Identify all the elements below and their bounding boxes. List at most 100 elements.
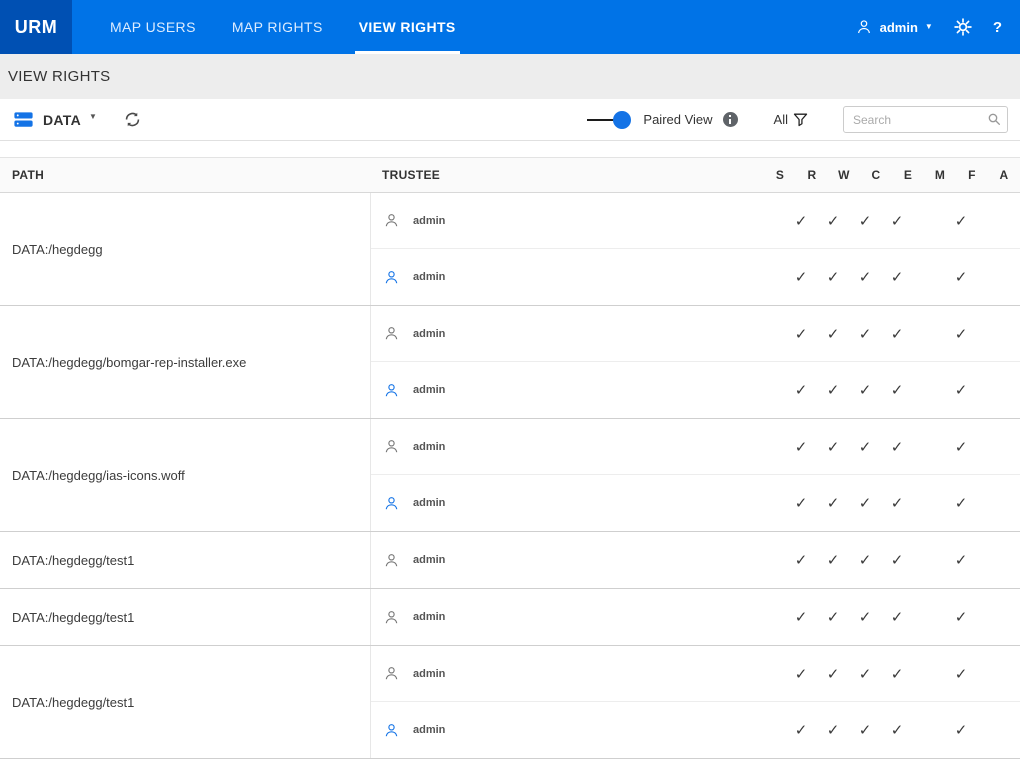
rights-cells: ✓✓✓✓✓ — [753, 381, 1009, 399]
right-cell-f: ✓ — [945, 551, 977, 569]
right-cell-f: ✓ — [945, 325, 977, 343]
search-box — [843, 106, 1008, 133]
trustee-name: admin — [413, 441, 445, 453]
trustee-rows: admin✓✓✓✓✓admin✓✓✓✓✓ — [370, 419, 1020, 531]
rights-table-header: PATH TRUSTEE SRWCEMFA — [0, 157, 1020, 193]
repository-name: DATA — [43, 112, 81, 128]
right-cell-r: ✓ — [785, 494, 817, 512]
right-cell-w: ✓ — [817, 608, 849, 626]
right-cell-c: ✓ — [849, 551, 881, 569]
trustee-rows: admin✓✓✓✓✓admin✓✓✓✓✓ — [370, 306, 1020, 418]
trustee-cell: admin — [371, 552, 753, 569]
settings-gear-icon[interactable] — [953, 17, 973, 37]
right-cell-e: ✓ — [881, 721, 913, 739]
right-cell-s — [753, 494, 785, 512]
right-cell-m — [913, 325, 945, 343]
right-cell-r: ✓ — [785, 665, 817, 683]
path-cell: DATA:/hegdegg/bomgar-rep-installer.exe — [0, 306, 370, 418]
user-name: admin — [880, 20, 918, 35]
right-cell-m — [913, 665, 945, 683]
user-menu[interactable]: admin ▼ — [855, 18, 933, 36]
right-cell-c: ✓ — [849, 608, 881, 626]
rights-col-header-e: E — [892, 168, 924, 182]
right-cell-f: ✓ — [945, 494, 977, 512]
page-title: VIEW RIGHTS — [8, 68, 110, 85]
right-cell-f: ✓ — [945, 438, 977, 456]
trustee-cell: admin — [371, 269, 753, 286]
trustee-row[interactable]: admin✓✓✓✓✓ — [371, 589, 1020, 645]
right-cell-m — [913, 721, 945, 739]
page-title-bar: VIEW RIGHTS — [0, 54, 1020, 99]
right-cell-e: ✓ — [881, 665, 913, 683]
right-cell-r: ✓ — [785, 268, 817, 286]
top-bar: URM MAP USERS MAP RIGHTS VIEW RIGHTS adm… — [0, 0, 1020, 54]
trustee-name: admin — [413, 328, 445, 340]
path-group: DATA:/hegdegg/test1admin✓✓✓✓✓ — [0, 589, 1020, 646]
right-cell-a — [977, 325, 1009, 343]
right-cell-r: ✓ — [785, 438, 817, 456]
right-cell-m — [913, 438, 945, 456]
right-cell-r: ✓ — [785, 551, 817, 569]
search-input[interactable] — [843, 106, 1008, 133]
right-cell-w: ✓ — [817, 551, 849, 569]
trustee-row[interactable]: admin✓✓✓✓✓ — [371, 702, 1020, 758]
right-cell-a — [977, 381, 1009, 399]
right-cell-a — [977, 438, 1009, 456]
right-cell-f: ✓ — [945, 212, 977, 230]
help-button[interactable]: ? — [993, 19, 1002, 36]
trustee-name: admin — [413, 668, 445, 680]
rights-cells: ✓✓✓✓✓ — [753, 268, 1009, 286]
path-cell: DATA:/hegdegg/test1 — [0, 646, 370, 758]
trustee-row[interactable]: admin✓✓✓✓✓ — [371, 532, 1020, 588]
right-cell-c: ✓ — [849, 721, 881, 739]
trustee-name: admin — [413, 497, 445, 509]
repository-selector[interactable]: DATA ▼ — [12, 108, 97, 131]
info-icon[interactable] — [723, 112, 738, 127]
nav-item-view-rights[interactable]: VIEW RIGHTS — [341, 0, 474, 54]
right-cell-c: ✓ — [849, 381, 881, 399]
right-cell-s — [753, 665, 785, 683]
right-cell-s — [753, 381, 785, 399]
right-cell-m — [913, 494, 945, 512]
trustee-row[interactable]: admin✓✓✓✓✓ — [371, 306, 1020, 362]
right-cell-c: ✓ — [849, 268, 881, 286]
nav-item-map-users[interactable]: MAP USERS — [92, 0, 214, 54]
trustee-row[interactable]: admin✓✓✓✓✓ — [371, 193, 1020, 249]
trustee-row[interactable]: admin ✓✓✓✓✓ — [371, 362, 1020, 418]
path-group: DATA:/hegdegg/test1admin✓✓✓✓✓ — [0, 532, 1020, 589]
rights-filter[interactable]: All — [774, 111, 809, 128]
trustee-rows: admin✓✓✓✓✓ — [370, 589, 1020, 645]
right-cell-s — [753, 268, 785, 286]
right-cell-e: ✓ — [881, 551, 913, 569]
rights-cells: ✓✓✓✓✓ — [753, 325, 1009, 343]
trustee-cell: admin — [371, 212, 753, 229]
trustee-row[interactable]: admin✓✓✓✓✓ — [371, 249, 1020, 305]
path-cell: DATA:/hegdegg — [0, 193, 370, 305]
right-cell-a — [977, 551, 1009, 569]
right-cell-s — [753, 212, 785, 230]
trustee-name: admin — [413, 384, 445, 396]
group-icon — [383, 495, 400, 512]
trustee-rows: admin✓✓✓✓✓admin✓✓✓✓✓ — [370, 193, 1020, 305]
rights-col-header-c: C — [860, 168, 892, 182]
trustee-cell: admin — [371, 722, 753, 739]
trustee-row[interactable]: admin✓✓✓✓✓ — [371, 646, 1020, 702]
rights-cells: ✓✓✓✓✓ — [753, 721, 1009, 739]
paired-view-label: Paired View — [643, 112, 712, 127]
rights-col-header-f: F — [956, 168, 988, 182]
chevron-down-icon: ▼ — [89, 112, 97, 121]
app-logo: URM — [0, 0, 72, 54]
trustee-row[interactable]: admin✓✓✓✓✓ — [371, 419, 1020, 475]
nav-item-map-rights[interactable]: MAP RIGHTS — [214, 0, 341, 54]
user-icon — [383, 438, 400, 455]
path-cell: DATA:/hegdegg/test1 — [0, 589, 370, 645]
rights-cells: ✓✓✓✓✓ — [753, 608, 1009, 626]
group-icon — [383, 269, 400, 286]
refresh-icon[interactable] — [123, 110, 142, 129]
right-cell-e: ✓ — [881, 381, 913, 399]
right-cell-f: ✓ — [945, 268, 977, 286]
right-cell-m — [913, 381, 945, 399]
trustee-row[interactable]: admin✓✓✓✓✓ — [371, 475, 1020, 531]
paired-view-toggle[interactable] — [587, 110, 631, 130]
right-cell-c: ✓ — [849, 325, 881, 343]
